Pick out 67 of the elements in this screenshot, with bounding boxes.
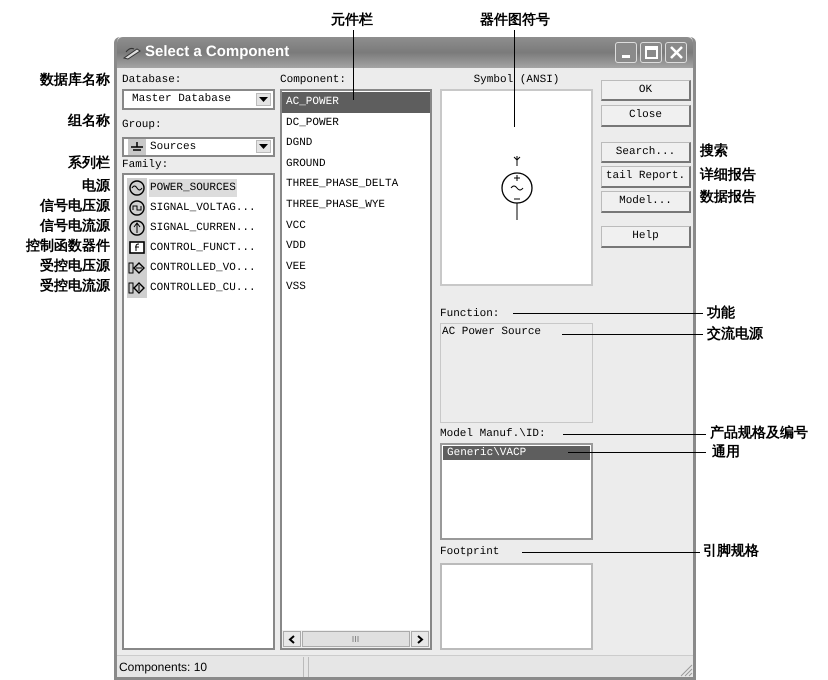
callout-label: 通用 [712, 443, 740, 461]
callout-label: 受控电压源 [40, 257, 110, 275]
current-source-icon [127, 218, 147, 238]
close-icon [670, 46, 682, 59]
scroll-left-button[interactable] [283, 631, 301, 647]
callout-label: 元件栏 [331, 11, 373, 29]
callout-label: 详细报告 [700, 166, 756, 184]
field-label: Model Manuf.\ID: [440, 427, 547, 441]
callout-label: 交流电源 [707, 325, 763, 343]
callout-label: 信号电流源 [40, 217, 110, 235]
callout-label: 器件图符号 [480, 11, 550, 29]
dialog-button[interactable]: OK [601, 80, 691, 101]
resize-grip-icon [679, 663, 693, 677]
ac-source-symbol-icon [500, 154, 534, 222]
maximize-button[interactable] [640, 42, 662, 63]
dialog-button[interactable]: Model... [601, 191, 691, 213]
dropdown[interactable]: Sources [122, 136, 275, 157]
callout-label: 系列栏 [68, 154, 110, 172]
dropdown-value: Master Database [132, 92, 232, 107]
callout-label: 搜索 [700, 142, 728, 160]
minimize-button[interactable] [615, 42, 637, 63]
sine-source-icon [127, 178, 147, 198]
callout-label: 数据报告 [700, 188, 756, 206]
pen-icon [123, 46, 141, 60]
scroll-thumb[interactable] [302, 631, 410, 647]
model-item[interactable]: Generic\VACP [443, 446, 590, 460]
controlled-source-icon [127, 278, 147, 298]
callout-label: 产品规格及编号 [710, 424, 808, 442]
window-title: Select a Component [145, 42, 290, 62]
field-label: Database: [122, 73, 182, 88]
triangle-icon [259, 144, 268, 150]
callout-label: 信号电压源 [40, 197, 110, 215]
dialog-button[interactable]: tail Report. [601, 166, 691, 188]
function-value: AC Power Source [442, 325, 542, 340]
chevron-right-icon [416, 634, 424, 644]
field-label: Footprint [440, 545, 500, 559]
maximize-icon [644, 46, 658, 59]
leader-line [353, 30, 354, 100]
scroll-right-button[interactable] [411, 631, 429, 647]
dialog-button[interactable]: Help [601, 226, 691, 248]
field-label: Family: [122, 158, 170, 173]
dialog-button[interactable]: Search... [601, 142, 691, 163]
dropdown-value: Sources [150, 140, 196, 154]
component-item[interactable]: AC_POWER [282, 92, 430, 113]
field-label: Component: [280, 73, 348, 88]
dropdown[interactable]: Master Database [122, 89, 275, 110]
callout-label: 组名称 [68, 112, 110, 130]
callout-label: 控制函数器件 [26, 237, 110, 255]
field-label: Symbol (ANSI) [474, 73, 560, 88]
grip-icon [352, 636, 360, 642]
callout-label: 引脚规格 [703, 542, 759, 560]
function-block-icon [127, 238, 147, 258]
triangle-icon [259, 96, 268, 102]
callout-label: 功能 [707, 304, 735, 322]
minimize-icon [622, 55, 630, 58]
dialog-button[interactable]: Close [601, 105, 691, 127]
callout-label: 受控电流源 [40, 277, 110, 295]
horizontal-scrollbar[interactable] [282, 630, 430, 648]
field-label: Group: [122, 118, 163, 132]
callout-label: 电源 [82, 177, 110, 195]
callout-label: 数据库名称 [40, 71, 110, 89]
close-button[interactable] [665, 42, 687, 63]
family-item[interactable]: POWER_SOURCES [149, 179, 237, 197]
chevron-left-icon [288, 634, 296, 644]
field-label: Function: [440, 307, 500, 321]
status-text: Components: 10 [117, 657, 304, 677]
ground-icon [128, 138, 146, 155]
